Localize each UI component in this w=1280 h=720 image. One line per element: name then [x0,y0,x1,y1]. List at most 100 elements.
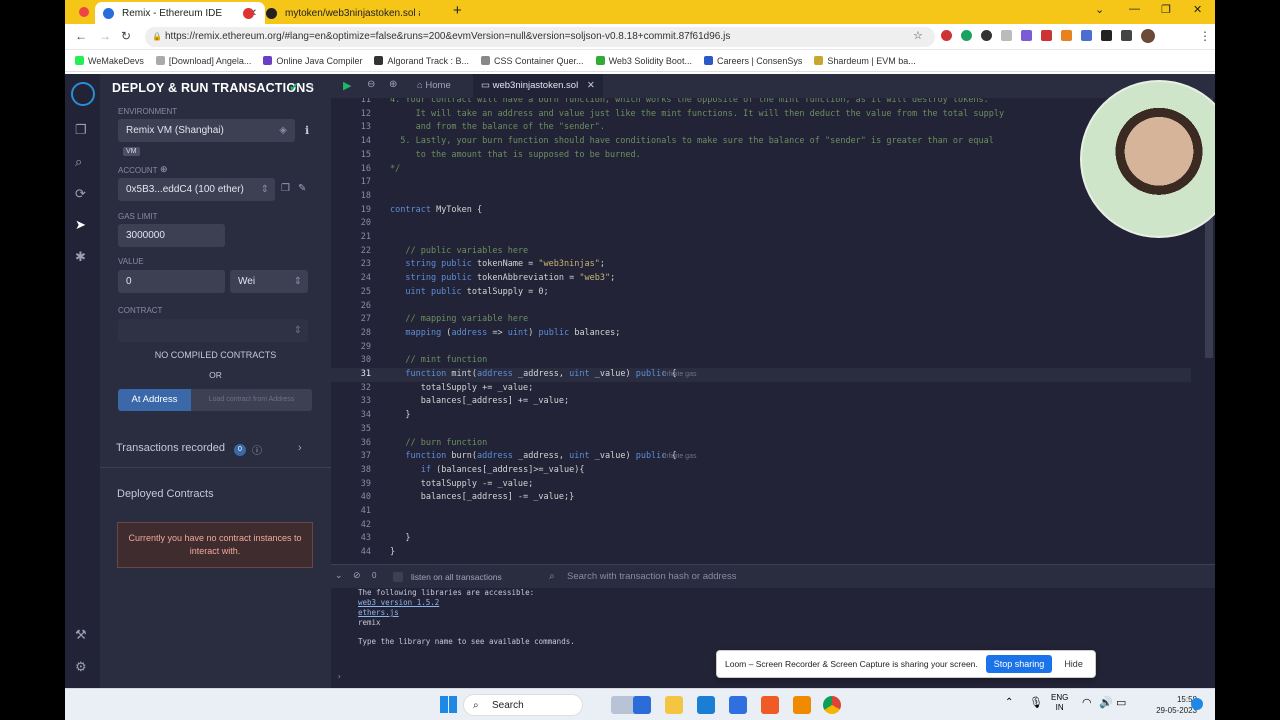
contract-select[interactable]: ⇕ [118,319,308,342]
plugin-manager-icon[interactable]: ⚒ [75,627,87,643]
store-icon[interactable] [633,696,651,714]
github-icon [266,7,277,19]
environment-select[interactable]: Remix VM (Shanghai) ◈ [118,119,295,142]
info-icon[interactable]: ℹ [305,124,309,137]
zoom-in-icon[interactable]: ⊕ [389,79,397,90]
language-indicator[interactable]: ENG IN [1051,693,1068,713]
todo-icon[interactable] [729,696,747,714]
tray-up-icon[interactable]: ⌃ [1005,697,1013,708]
tab-web3ninjastoken[interactable]: ▭ web3ninjastoken.sol ✕ [473,74,603,98]
lock-icon: 🔒 [152,32,162,41]
tab-search-icon[interactable]: ⌄ [1095,3,1104,16]
code-line: 42 [360,519,371,530]
vscode-icon[interactable] [697,696,715,714]
url-input[interactable]: 🔒 https://remix.ethereum.org/#lang=en&op… [145,27,935,47]
bookmark-item[interactable]: WeMakeDevs [75,56,144,66]
reload-icon[interactable]: ↻ [121,29,131,43]
unit-value: Wei [238,276,256,287]
at-address-button[interactable]: At Address [118,389,191,411]
bookmark-item[interactable]: Shardeum | EVM ba... [814,56,916,66]
screen: Remix - Ethereum IDE ✕ mytoken/web3ninja… [65,0,1215,720]
new-tab-icon[interactable]: + [453,2,462,19]
forward-icon[interactable]: → [99,29,111,43]
windows-start-icon[interactable] [440,696,457,713]
bookmark-item[interactable]: Web3 Solidity Boot... [595,56,692,66]
transactions-recorded-label[interactable]: Transactions recorded [116,442,225,454]
remix-logo-icon[interactable] [71,82,95,106]
bookmark-item[interactable]: Online Java Compiler [263,56,362,66]
browser-tab-github[interactable]: mytoken/web3ninjastoken.sol at ✕ [235,2,420,24]
copy-icon[interactable]: ❐ [281,183,290,194]
bookmark-item[interactable]: Algorand Track : B... [374,56,469,66]
hide-button[interactable]: Hide [1064,659,1083,669]
tx-count-badge: 0 [234,444,246,456]
code-line: 28 mapping (address => uint) public bala… [360,327,621,338]
zoom-out-icon[interactable]: ⊖ [367,79,375,90]
volume-icon[interactable]: 🔊 [1099,696,1113,709]
search-icon: ⌕ [473,700,479,711]
wifi-icon[interactable]: ◠ [1082,696,1092,709]
stop-sharing-button[interactable]: Stop sharing [985,655,1053,673]
debugger-icon[interactable]: ✱ [75,249,86,265]
chevron-right-icon[interactable]: › [298,442,302,454]
chrome-menu-dot[interactable] [79,7,89,17]
select-arrow-icon: ⇕ [293,276,302,287]
bookmark-item[interactable]: [Download] Angela... [155,56,251,66]
code-line: 31 function mint(address _address, uint … [331,368,1191,382]
code-line: 36 // burn function [360,437,488,448]
console-lib-link[interactable]: web3 version 1.5.2 [358,598,439,607]
tab-label: Remix - Ethereum IDE [122,7,223,19]
file-explorer-icon[interactable]: ❐ [75,122,87,138]
deploy-icon[interactable]: ➤ [75,217,86,233]
battery-icon[interactable]: ▭ [1116,696,1126,709]
panel-title: DEPLOY & RUN TRANSACTIONS [112,81,315,95]
taskbar-search-input[interactable]: ⌕ Search [463,694,583,716]
remix-icon-panel: ❐ ⌕ ⟳ ➤ ✱ ⚒ ⚙ [65,74,100,688]
close-icon[interactable]: ✕ [587,80,595,91]
gas-estimate: infinite gas [663,453,697,461]
gas-limit-input[interactable]: 3000000 [118,224,225,247]
edit-icon[interactable]: ✎ [298,183,306,194]
vlc-icon[interactable] [793,696,811,714]
code-line: 38 if (balances[_address]>=_value){ [360,464,585,475]
settings-icon[interactable]: ⚙ [75,659,87,675]
close-window-icon[interactable]: ✕ [1193,3,1202,16]
load-contract-input[interactable]: Load contract from Address [191,389,312,411]
value-input[interactable]: 0 [118,270,225,293]
minimize-icon[interactable]: — [1129,3,1140,15]
bookmark-star-icon[interactable]: ☆ [913,29,923,42]
deployed-contracts-label: Deployed Contracts [117,488,214,500]
transaction-search-input[interactable]: ⌕ Search with transaction hash or addres… [547,568,767,586]
back-icon[interactable]: ← [75,29,87,43]
tab-home[interactable]: ⌂ Home [409,74,459,98]
maximize-icon[interactable]: ❐ [1161,3,1171,16]
listen-checkbox[interactable] [393,572,403,582]
file-explorer-icon[interactable] [665,696,683,714]
search-icon[interactable]: ⌕ [75,154,82,170]
clear-console-icon[interactable]: ⊘ [353,570,361,581]
code-line: 35 [360,423,371,434]
mic-icon[interactable]: 🎙 [1029,696,1043,709]
bookmark-item[interactable]: CSS Container Quer... [481,56,584,66]
chevron-down-icon[interactable]: ⌄ [335,570,343,581]
compiler-icon[interactable]: ⟳ [75,186,86,202]
info-icon[interactable]: ⓘ [252,442,262,457]
extensions-icons[interactable] [941,29,1155,43]
menu-icon[interactable]: ⋮ [1199,29,1211,43]
brave-icon[interactable] [761,696,779,714]
console-lib-link[interactable]: ethers.js [358,608,399,617]
notification-icon[interactable] [1191,698,1203,710]
account-select[interactable]: 0x5B3...eddC4 (100 ether) ⇕ [118,178,275,201]
search-label: Search [492,700,524,711]
unit-select[interactable]: Wei ⇕ [230,270,308,293]
code-line: 32 totalSupply += _value; [360,382,534,393]
address-bar-row: ← → ↻ 🔒 https://remix.ethereum.org/#lang… [65,24,1215,50]
check-icon: ✔ [289,80,300,94]
run-icon[interactable]: ▶ [343,79,351,92]
chrome-icon[interactable] [823,696,841,714]
add-account-icon[interactable]: ⊕ [160,164,168,175]
code-line: 34 } [360,410,411,421]
bookmark-item[interactable]: Careers | ConsenSys [703,56,802,66]
browser-tab-bar: Remix - Ethereum IDE ✕ mytoken/web3ninja… [65,0,1215,24]
chevron-right-icon[interactable]: › [310,80,314,92]
